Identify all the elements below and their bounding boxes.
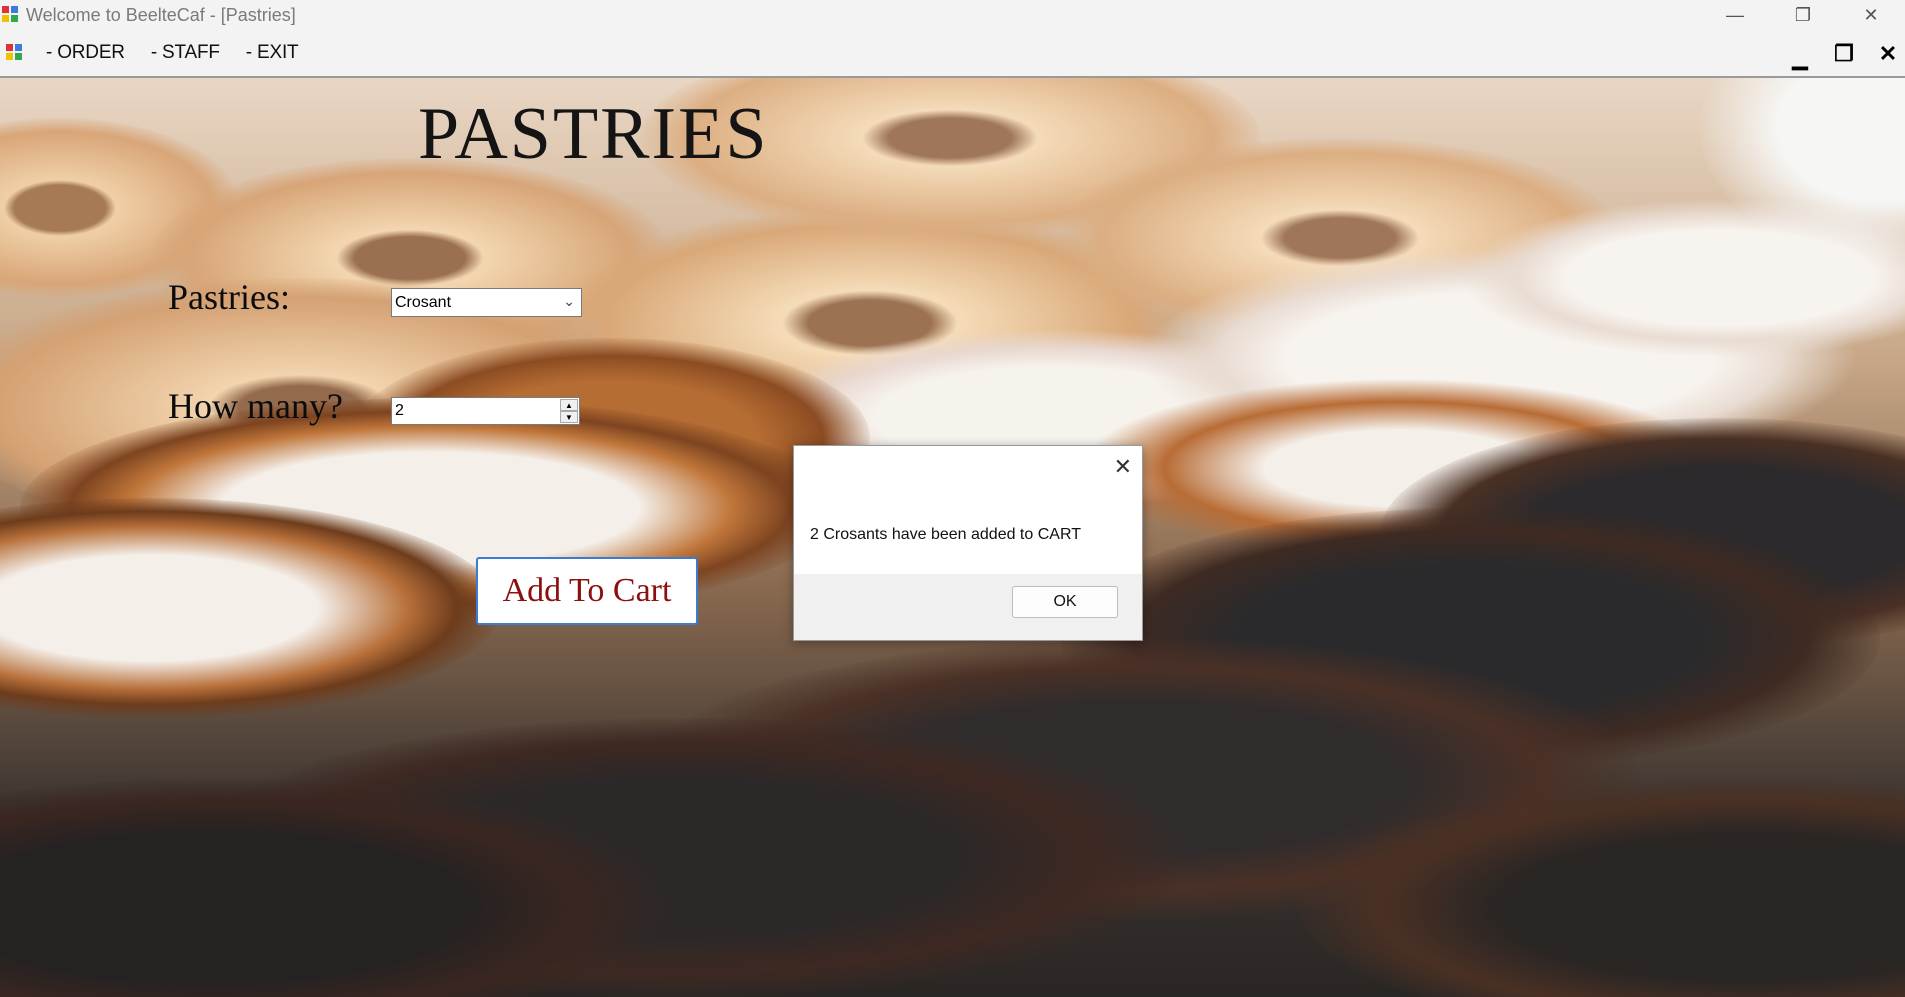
menu-bar: - ORDER - STAFF - EXIT ▁ ❐ ✕: [0, 30, 1905, 78]
dialog-close-icon[interactable]: ✕: [1114, 454, 1132, 480]
app-icon: [2, 6, 20, 24]
quantity-value: 2: [395, 402, 404, 419]
child-restore-button[interactable]: ❐: [1831, 41, 1857, 66]
dialog-message: 2 Crosants have been added to CART: [810, 526, 1081, 543]
add-to-cart-button[interactable]: Add To Cart: [476, 557, 698, 625]
spin-down-icon[interactable]: ▼: [560, 411, 578, 423]
quantity-label: How many?: [168, 386, 343, 426]
close-button[interactable]: ✕: [1837, 0, 1905, 30]
minimize-icon: ▁: [1792, 47, 1808, 70]
title-bar: Welcome to BeelteCaf - [Pastries] — ❐ ✕: [0, 0, 1905, 30]
message-dialog: ✕ 2 Crosants have been added to CART OK: [793, 445, 1143, 641]
page-title: PASTRIES: [418, 93, 769, 175]
child-minimize-button[interactable]: ▁: [1787, 42, 1813, 70]
pastries-select-value: Crosant: [395, 293, 452, 311]
restore-icon: ❐: [1794, 4, 1812, 25]
mdi-child-icon[interactable]: [6, 44, 24, 62]
ok-button[interactable]: OK: [1012, 586, 1118, 618]
menu-exit[interactable]: - EXIT: [246, 42, 299, 64]
pastries-select[interactable]: Crosant ⌄: [391, 288, 582, 317]
close-icon: ✕: [1878, 41, 1898, 66]
window-title: Welcome to BeelteCaf - [Pastries]: [26, 4, 296, 25]
quantity-stepper[interactable]: 2 ▲ ▼: [391, 397, 580, 425]
menu-order[interactable]: - ORDER: [46, 42, 125, 64]
minimize-button[interactable]: —: [1701, 0, 1769, 30]
spin-up-icon[interactable]: ▲: [560, 399, 578, 411]
minimize-icon: —: [1726, 4, 1744, 25]
child-close-button[interactable]: ✕: [1875, 41, 1901, 66]
restore-icon: ❐: [1834, 41, 1854, 66]
pastries-label: Pastries:: [168, 277, 290, 317]
restore-button[interactable]: ❐: [1769, 0, 1837, 30]
dialog-footer: OK: [794, 574, 1142, 640]
menu-staff[interactable]: - STAFF: [151, 42, 220, 64]
chevron-down-icon: ⌄: [563, 293, 575, 309]
close-icon: ✕: [1863, 4, 1879, 25]
